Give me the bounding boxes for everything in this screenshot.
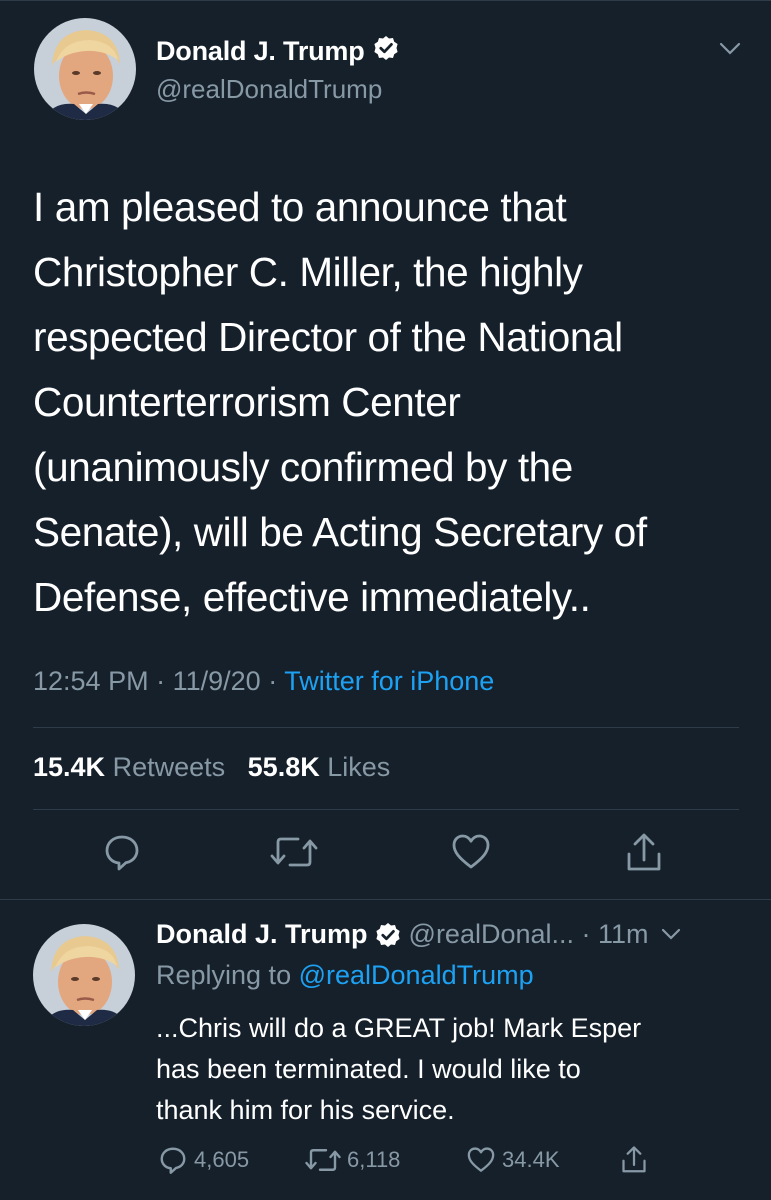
tweet-text-line: Counterterrorism Center (33, 379, 461, 425)
meta-separator: · (268, 666, 285, 696)
tweet-actions (0, 832, 771, 880)
meta-separator: · (574, 919, 599, 949)
reply-header: Donald J. Trump @realDonal... · 11m (156, 919, 681, 950)
retweets-count: 15.4K (33, 752, 106, 782)
tweet-text-line: respected Director of the National (33, 314, 623, 360)
verified-badge-icon (375, 922, 401, 948)
share-icon[interactable] (624, 832, 664, 879)
tweet-text-line: Defense, effective immediately.. (33, 574, 591, 620)
author-handle[interactable]: @realDonaldTrump (156, 74, 382, 105)
replying-to: Replying to @realDonaldTrump (156, 960, 534, 991)
like-icon[interactable] (450, 832, 492, 877)
like-count: 34.4K (502, 1147, 560, 1172)
chevron-down-icon[interactable] (661, 928, 681, 941)
replying-to-link[interactable]: @realDonaldTrump (299, 960, 534, 990)
reply-text: ...Chris will do a GREAT job! Mark Esper… (156, 1008, 746, 1131)
share-icon (620, 1145, 648, 1175)
reply-author-name[interactable]: Donald J. Trump (156, 919, 368, 950)
reply-text-line: ...Chris will do a GREAT job! Mark Esper (156, 1013, 642, 1043)
replying-to-label: Replying to (156, 960, 292, 990)
reply-action-like[interactable]: 34.4K (466, 1145, 560, 1175)
meta-separator: · (156, 666, 173, 696)
divider (33, 727, 739, 728)
reply-text-line: thank him for his service. (156, 1095, 455, 1125)
author-name-text[interactable]: Donald J. Trump (156, 36, 365, 67)
verified-badge-icon (373, 35, 399, 68)
retweets-stat[interactable]: 15.4K Retweets (33, 752, 225, 782)
tweet-text-line: I am pleased to announce that (33, 184, 567, 230)
author-avatar[interactable] (34, 18, 136, 120)
reply-action-reply[interactable]: 4,605 (158, 1145, 249, 1175)
tweet-text-line: Christopher C. Miller, the highly (33, 249, 583, 295)
likes-count: 55.8K (247, 752, 320, 782)
thread-separator (0, 899, 771, 900)
tweet-date[interactable]: 11/9/20 (173, 666, 261, 696)
tweet-meta: 12:54 PM · 11/9/20 · Twitter for iPhone (33, 666, 494, 697)
chevron-down-icon[interactable] (719, 42, 741, 61)
likes-stat[interactable]: 55.8K Likes (248, 752, 391, 782)
tweet-stats: 15.4K Retweets 55.8K Likes (33, 752, 390, 783)
reply-icon (158, 1145, 188, 1175)
like-icon (466, 1145, 496, 1175)
tweet-text: I am pleased to announce that Christophe… (33, 175, 733, 630)
likes-label: Likes (327, 752, 391, 782)
reply-count: 4,605 (194, 1147, 250, 1172)
tweet-source-link[interactable]: Twitter for iPhone (284, 666, 494, 696)
reply-author-avatar[interactable] (33, 924, 135, 1026)
top-divider (0, 0, 771, 1)
reply-text-line: has been terminated. I would like to (156, 1054, 581, 1084)
retweet-icon (305, 1145, 341, 1175)
reply-author-handle[interactable]: @realDonal... (409, 919, 574, 950)
retweets-label: Retweets (112, 752, 226, 782)
tweet-time[interactable]: 12:54 PM (33, 666, 149, 696)
reply-action-retweet[interactable]: 6,118 (305, 1145, 400, 1175)
reply-time[interactable]: 11m (598, 919, 649, 950)
reply-action-share[interactable] (620, 1145, 648, 1175)
retweet-count: 6,118 (347, 1147, 401, 1172)
divider (33, 809, 739, 810)
tweet-text-line: (unanimously confirmed by the (33, 444, 573, 490)
author-name[interactable]: Donald J. Trump (156, 35, 399, 68)
tweet-text-line: Senate), will be Acting Secretary of (33, 509, 647, 555)
retweet-icon[interactable] (270, 832, 318, 877)
reply-icon[interactable] (102, 832, 142, 877)
